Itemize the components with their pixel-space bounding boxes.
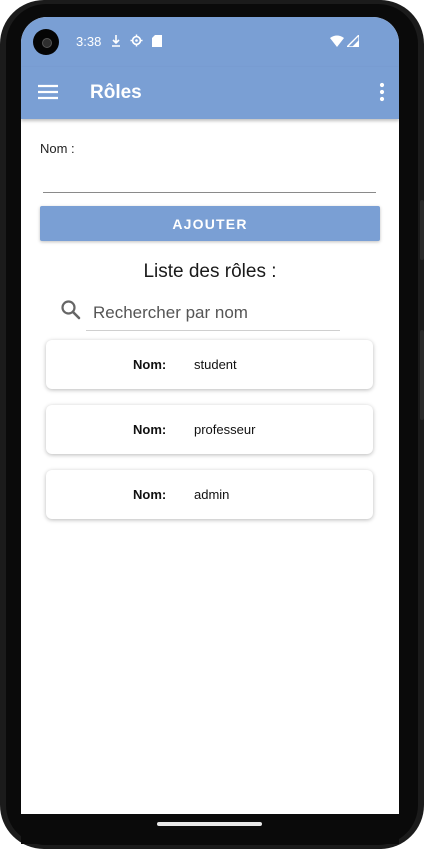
role-list-title: Liste des rôles : — [143, 261, 277, 282]
role-card[interactable]: Nom: admin — [46, 470, 373, 519]
app-toolbar: Rôles — [21, 67, 399, 119]
status-bar: 3:38 — [21, 17, 399, 67]
role-list: Nom: student Nom: professeur Nom: admin — [46, 340, 373, 535]
app-screen: 3:38 Rôles Nom: AJOUTER Liste des rôles… — [21, 17, 399, 814]
home-gesture-handle[interactable] — [157, 822, 262, 826]
role-card[interactable]: Nom: professeur — [46, 405, 373, 454]
signal-icon — [345, 33, 360, 52]
hamburger-menu-icon[interactable] — [38, 84, 58, 100]
role-key-label: Nom: — [133, 422, 167, 437]
name-input[interactable] — [43, 167, 376, 193]
wifi-icon — [330, 34, 344, 52]
front-camera — [33, 29, 59, 55]
role-card[interactable]: Nom: student — [46, 340, 373, 389]
role-name-value: admin — [194, 487, 230, 502]
more-vert-icon[interactable] — [379, 82, 385, 102]
add-role-button[interactable]: AJOUTER — [40, 206, 380, 241]
status-time: 3:38 — [76, 34, 102, 49]
system-navigation-bar — [21, 814, 399, 844]
role-key-label: Nom: — [133, 487, 167, 502]
name-label: Nom : — [40, 141, 75, 156]
page-title: Rôles — [90, 82, 142, 103]
role-name-value: student — [194, 357, 237, 372]
role-key-label: Nom: — [133, 357, 167, 372]
download-arrow-icon — [111, 34, 121, 52]
gear-icon — [130, 34, 143, 52]
search-icon — [60, 299, 82, 321]
volume-button — [420, 330, 424, 420]
power-button — [420, 200, 424, 260]
status-icons-left — [111, 34, 162, 52]
role-name-value: professeur — [194, 422, 256, 437]
search-input[interactable] — [86, 295, 340, 331]
status-icons-right — [330, 33, 360, 52]
sd-card-icon — [152, 34, 162, 52]
